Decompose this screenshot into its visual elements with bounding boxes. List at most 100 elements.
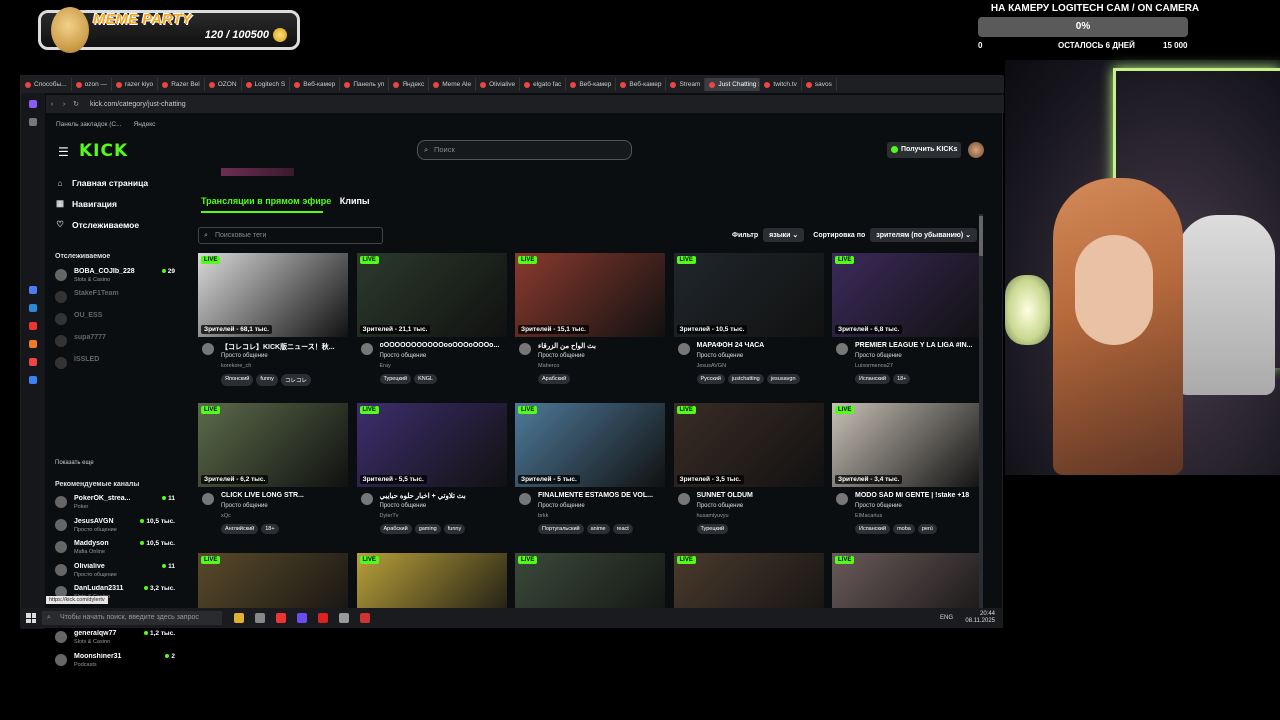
stream-card[interactable]: LIVE	[832, 553, 982, 608]
stream-thumbnail[interactable]: LIVE Зрителей - 5,5 тыс.	[356, 403, 507, 487]
tag-chip[interactable]: perú	[917, 524, 937, 534]
streamer-name[interactable]: xQc	[221, 513, 231, 519]
sidebar-channel[interactable]: PokerOK_strea... Poker 11	[55, 493, 175, 513]
browser-tab[interactable]: Веб-камер	[616, 78, 667, 91]
user-avatar[interactable]	[968, 142, 984, 158]
sidebar-channel[interactable]: Olivialive Просто общение 11	[55, 561, 175, 581]
tag-chip[interactable]: Русский	[696, 374, 725, 384]
browser-tab[interactable]: Яндекс	[389, 78, 430, 91]
stream-thumbnail[interactable]: LIVE	[673, 553, 824, 608]
streamer-name[interactable]: husamiyuvyu	[697, 513, 729, 519]
stream-thumbnail[interactable]: LIVE Зрителей - 10,5 тыс.	[673, 253, 824, 337]
streamer-avatar[interactable]	[519, 493, 531, 505]
streamer-avatar[interactable]	[360, 343, 373, 355]
tag-chip[interactable]: Испанский	[855, 374, 891, 384]
streamer-avatar[interactable]	[360, 493, 373, 505]
streamer-name[interactable]: Eray	[380, 363, 391, 369]
stream-card[interactable]: LIVE Зрителей - 6,2 тыс. CLICK LIVE LONG S…	[198, 403, 348, 545]
stream-title[interactable]: MODO SAD MI GENTE | !stake +18	[855, 492, 980, 499]
tag-chip[interactable]: justchatting	[727, 374, 764, 384]
browser-tab[interactable]: savos	[802, 78, 837, 91]
tag-chip[interactable]: jesusavgn	[766, 374, 800, 384]
sidebar-channel[interactable]: Maddyson Mafia Online 10,5 тыс.	[55, 538, 175, 558]
browser-tab[interactable]: elgato fac	[520, 78, 567, 91]
stream-category[interactable]: Просто общение	[697, 353, 744, 359]
yandex-icon[interactable]	[29, 322, 37, 330]
stream-card[interactable]: LIVE	[673, 553, 824, 608]
tag-chip[interactable]: react	[612, 524, 633, 534]
stream-thumbnail[interactable]: LIVE Зрителей - 21,1 тыс.	[356, 253, 507, 337]
sidebar-channel[interactable]: Moonshiner31 Podcasts 2	[55, 651, 175, 671]
stream-category[interactable]: Просто общение	[855, 353, 902, 359]
hamburger-menu-icon[interactable]: ☰	[58, 145, 69, 159]
streamer-avatar[interactable]	[202, 343, 214, 355]
stream-card[interactable]: LIVE Зрителей - 21,1 тыс. oOOOOOOOOOOOooOO…	[356, 253, 507, 395]
stream-thumbnail[interactable]: LIVE Зрителей - 6,8 тыс.	[832, 253, 982, 337]
browser-tab[interactable]: OZON	[205, 78, 242, 91]
get-kicks-button[interactable]: Получить KICKs	[887, 142, 961, 158]
store-icon[interactable]	[255, 613, 265, 623]
sidebar-channel[interactable]: JesusAVGN Просто общение 10,5 тыс.	[55, 516, 175, 536]
stream-title[interactable]: CLICK LIVE LONG STR...	[221, 492, 346, 499]
stream-thumbnail[interactable]: LIVE	[198, 553, 348, 608]
sidebar-channel[interactable]: OU_ESS	[55, 310, 175, 330]
stream-category[interactable]: Просто общение	[221, 503, 268, 509]
sidebar-app-icon[interactable]	[29, 286, 37, 294]
stream-category[interactable]: Просто общение	[855, 503, 902, 509]
stream-thumbnail[interactable]: LIVE Зрителей - 5 тыс.	[515, 403, 665, 487]
browser-tab[interactable]: ozon —	[72, 78, 112, 91]
browser-tab[interactable]: twitch.tv	[760, 78, 802, 91]
tag-chip[interactable]: Турецкий	[379, 374, 412, 384]
browser-tab[interactable]: Веб-камер	[566, 78, 617, 91]
bookmark-panel[interactable]: Панель закладок (С...	[56, 121, 122, 128]
bookmark-yandex[interactable]: Яндекс	[134, 121, 156, 128]
nav-home[interactable]: ⌂ Главная страница	[56, 178, 148, 188]
tab-clips[interactable]: Клипы	[340, 196, 370, 206]
browser-tab[interactable]: razer kiyo	[112, 78, 159, 91]
app-icon[interactable]	[29, 358, 37, 366]
stream-card[interactable]: LIVE Зрителей - 3,4 тыс. MODO SAD MI GENTE…	[832, 403, 982, 545]
browser-tab[interactable]: Just Chatting Stre	[705, 78, 761, 91]
streamer-avatar[interactable]	[202, 493, 214, 505]
yandex-browser-icon[interactable]	[276, 613, 286, 623]
tab-live-streams[interactable]: Трансляции в прямом эфире	[201, 196, 331, 206]
stream-card[interactable]: LIVE Зрителей - 5 тыс. FINALMENTE ESTAMOS …	[515, 403, 665, 545]
stream-thumbnail[interactable]: LIVE	[832, 553, 982, 608]
sidebar-channel[interactable]: supa7777	[55, 332, 175, 352]
forward-icon[interactable]: ›	[58, 101, 70, 108]
tag-chip[interactable]: KNGL	[414, 374, 438, 384]
ok-icon[interactable]	[29, 340, 37, 348]
url-text[interactable]: kick.com/category/just-chatting	[90, 101, 186, 108]
stream-thumbnail[interactable]: LIVE Зрителей - 6,2 тыс.	[198, 403, 348, 487]
browser-tab[interactable]: Meme Ale	[429, 78, 477, 91]
stream-card[interactable]: LIVE Зрителей - 68,1 тыс. 【コレコレ】KICK版ニュース！…	[198, 253, 348, 395]
browser-tab[interactable]: Olivialive	[476, 78, 521, 91]
scrollbar-thumb[interactable]	[979, 216, 983, 256]
tag-chip[interactable]: Турецкий	[696, 524, 729, 534]
tag-chip[interactable]: funny	[443, 524, 466, 534]
explorer-icon[interactable]	[234, 613, 244, 623]
obs-icon[interactable]	[360, 613, 370, 623]
streamer-name[interactable]: Luisormenoa27	[855, 363, 893, 369]
stream-card[interactable]: LIVE	[515, 553, 665, 608]
sort-dropdown[interactable]: зрителям (по убыванию) ⌄	[870, 228, 978, 242]
browser-tab[interactable]: Веб-камер	[290, 78, 341, 91]
tag-chip[interactable]: Испанский	[855, 524, 891, 534]
browser-tab[interactable]: Stream	[666, 78, 706, 91]
star-icon[interactable]	[29, 118, 37, 126]
tag-chip[interactable]: Японский	[221, 374, 254, 386]
taskbar-search[interactable]: ⌕ Чтобы начать поиск, введите здесь запр…	[42, 611, 222, 625]
clock-date[interactable]: 08.11.2025	[965, 618, 995, 625]
stream-card[interactable]: LIVE Зрителей - 6,8 тыс. PREMIER LEAGUE Y …	[832, 253, 982, 395]
search-input[interactable]: ⌕ Поиск	[417, 140, 632, 160]
streamer-name[interactable]: DylerTv	[380, 513, 399, 519]
stream-category[interactable]: Просто общение	[380, 353, 427, 359]
stream-category[interactable]: Просто общение	[538, 503, 585, 509]
address-bar[interactable]: ‹ › ↻ kick.com/category/just-chatting	[46, 95, 1004, 113]
stream-thumbnail[interactable]: LIVE	[515, 553, 665, 608]
browser-tab[interactable]: Способы...	[21, 78, 72, 91]
stream-title[interactable]: МАРАФОН 24 ЧАСА	[697, 342, 822, 349]
tag-chip[interactable]: Арабский	[538, 374, 571, 384]
streamer-name[interactable]: korekore_ch	[221, 363, 251, 369]
browser-tab[interactable]: Logitech S	[242, 78, 291, 91]
